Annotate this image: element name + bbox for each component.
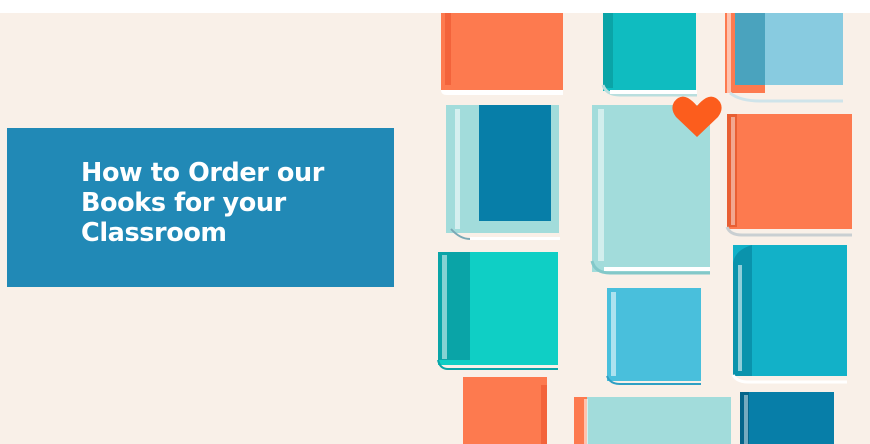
banner-image: How to Order our Books for your Classroo… bbox=[0, 0, 870, 444]
book-teal-bottom-left bbox=[437, 252, 558, 370]
book-sky-blue-mid bbox=[606, 288, 701, 385]
banner-canvas: How to Order our Books for your Classroo… bbox=[0, 13, 870, 444]
book-teal-right bbox=[731, 245, 847, 384]
book-coral-bottom-left bbox=[463, 377, 547, 444]
book-illustration bbox=[437, 13, 852, 444]
book-light-blue-top-right bbox=[725, 13, 843, 103]
book-coral-top-left bbox=[441, 13, 563, 95]
book-blue-standing bbox=[446, 105, 560, 240]
book-mint-bottom-mid bbox=[574, 397, 731, 444]
book-coral-right bbox=[725, 114, 852, 237]
book-deep-blue-bottom-right bbox=[740, 392, 834, 444]
book-teal-top-mid bbox=[601, 13, 697, 97]
